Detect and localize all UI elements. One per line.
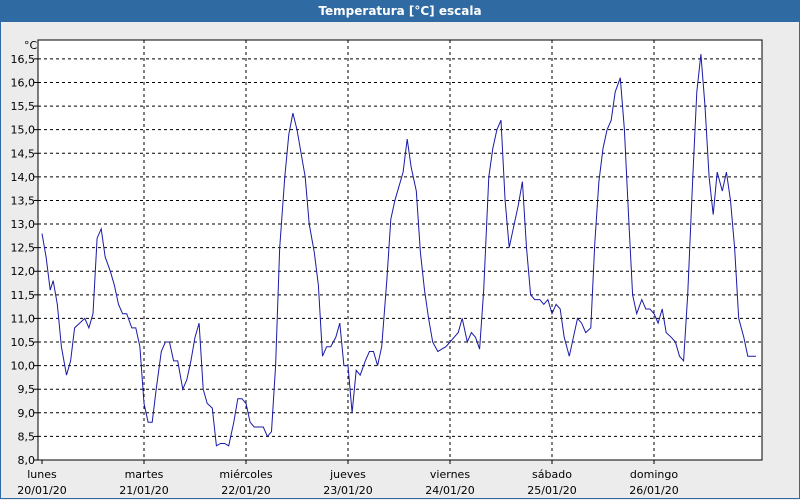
y-axis-unit-label: °C bbox=[24, 39, 38, 52]
plot-area bbox=[37, 39, 763, 461]
y-tick-label: 8,0 bbox=[18, 454, 36, 467]
y-tick-label: 16,5 bbox=[11, 53, 36, 66]
y-tick-label: 10,5 bbox=[11, 336, 36, 349]
x-tick-date-label: 23/01/20 bbox=[323, 484, 372, 497]
y-tick-label: 12,5 bbox=[11, 242, 36, 255]
y-tick-label: 8,5 bbox=[18, 430, 36, 443]
y-tick-label: 15,0 bbox=[11, 124, 36, 137]
x-tick-day-label: sábado bbox=[532, 468, 572, 481]
temperature-chart: 8,0 8,5 9,0 9,5 10,0 10,5 11,0 11,5 12,0 12,5 13,0… bbox=[11, 39, 763, 497]
y-tick-label: 10,0 bbox=[11, 360, 36, 373]
x-tick-day-label: lunes bbox=[27, 468, 57, 481]
y-tick-label: 11,5 bbox=[11, 289, 36, 302]
y-tick-label: 13,5 bbox=[11, 194, 36, 207]
x-tick-day-label: domingo bbox=[630, 468, 678, 481]
y-tick-label: 16,0 bbox=[11, 76, 36, 89]
y-tick-label: 12,0 bbox=[11, 265, 36, 278]
x-axis-ticks: lunes 20/01/20 martes 21/01/20 miércoles 22/0… bbox=[17, 460, 679, 497]
x-tick-day-label: miércoles bbox=[219, 468, 272, 481]
x-tick-day-label: martes bbox=[125, 468, 164, 481]
y-tick-label: 15,5 bbox=[11, 100, 36, 113]
x-tick-date-label: 25/01/20 bbox=[527, 484, 576, 497]
x-tick-date-label: 20/01/20 bbox=[17, 484, 66, 497]
y-axis-ticks: 8,0 8,5 9,0 9,5 10,0 10,5 11,0 11,5 12,0 12,5 13,0… bbox=[11, 53, 38, 467]
x-tick-date-label: 21/01/20 bbox=[119, 484, 168, 497]
y-tick-label: 9,0 bbox=[18, 407, 36, 420]
x-tick-day-label: jueves bbox=[329, 468, 366, 481]
y-tick-label: 13,0 bbox=[11, 218, 36, 231]
y-tick-label: 14,0 bbox=[11, 171, 36, 184]
y-tick-label: 11,0 bbox=[11, 312, 36, 325]
x-tick-date-label: 22/01/20 bbox=[221, 484, 270, 497]
x-tick-date-label: 24/01/20 bbox=[425, 484, 474, 497]
x-tick-day-label: viernes bbox=[430, 468, 470, 481]
x-tick-date-label: 26/01/20 bbox=[629, 484, 678, 497]
y-tick-label: 14,5 bbox=[11, 147, 36, 160]
y-tick-label: 9,5 bbox=[18, 383, 36, 396]
